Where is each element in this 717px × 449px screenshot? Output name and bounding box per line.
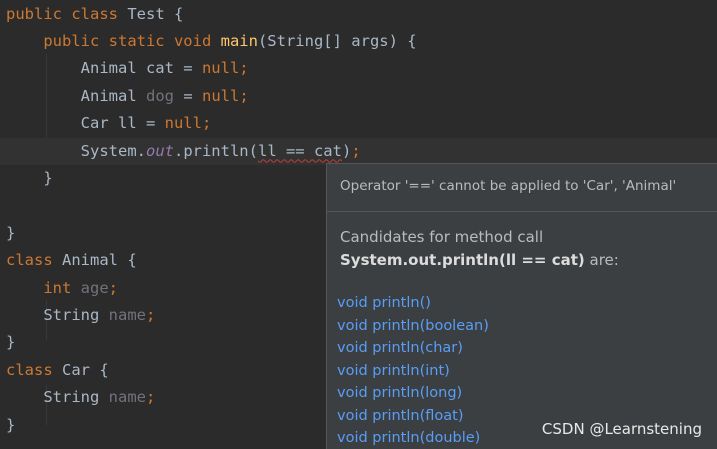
code-token: ) bbox=[341, 141, 352, 160]
code-token: null bbox=[164, 114, 202, 133]
code-text: System.out.println(ll == cat); bbox=[6, 138, 361, 165]
candidate-method-link[interactable]: void println(float) bbox=[337, 405, 489, 428]
code-text: Animal dog = null; bbox=[6, 83, 249, 110]
code-token: class bbox=[6, 360, 62, 379]
code-line[interactable]: public class Test { bbox=[0, 1, 717, 28]
code-text: } bbox=[6, 220, 15, 247]
code-line[interactable]: Car ll = null; bbox=[0, 110, 717, 137]
candidate-method-link[interactable]: void println(char) bbox=[337, 337, 489, 360]
code-token: Test { bbox=[127, 4, 184, 23]
code-token: Animal { bbox=[62, 251, 137, 270]
code-text: class Animal { bbox=[6, 247, 137, 274]
candidates-text: Candidates for method call System.out.pr… bbox=[340, 226, 710, 272]
code-line[interactable]: Animal cat = null; bbox=[0, 55, 717, 82]
candidate-method-link[interactable]: void println(long) bbox=[337, 382, 489, 405]
code-token: null bbox=[201, 59, 240, 78]
candidates-section: Candidates for method call System.out.pr… bbox=[340, 226, 710, 272]
code-token: ; bbox=[108, 278, 118, 297]
candidates-prefix: Candidates for method call bbox=[340, 228, 544, 246]
code-token: Animal bbox=[6, 86, 146, 105]
code-text: } bbox=[6, 329, 15, 356]
code-token: ; bbox=[145, 388, 156, 407]
code-token: Animal cat = bbox=[6, 59, 202, 78]
code-token: } bbox=[6, 333, 16, 352]
code-token: int bbox=[43, 278, 81, 297]
code-token: ; bbox=[145, 305, 156, 324]
code-token: (String[] args) { bbox=[257, 31, 417, 50]
code-token: class bbox=[6, 251, 62, 270]
code-text: public class Test { bbox=[6, 1, 183, 28]
code-token: null bbox=[201, 86, 240, 105]
code-token: ; bbox=[239, 86, 249, 105]
code-token: Car { bbox=[62, 360, 109, 379]
code-token: } bbox=[6, 168, 53, 187]
code-token: ; bbox=[201, 114, 212, 133]
error-message: Operator '==' cannot be applied to 'Car'… bbox=[340, 178, 677, 194]
code-text: int age; bbox=[6, 275, 118, 302]
csdn-watermark: CSDN @Learnstening bbox=[541, 420, 702, 438]
candidate-method-link[interactable]: void println(boolean) bbox=[337, 315, 489, 338]
candidate-method-list: void println() void println(boolean) voi… bbox=[337, 292, 489, 449]
candidate-method-link[interactable]: void println(int) bbox=[337, 360, 489, 383]
code-text: String name; bbox=[6, 384, 155, 411]
code-token: .println( bbox=[173, 141, 258, 160]
code-token: age bbox=[80, 278, 109, 297]
code-token: main bbox=[220, 31, 258, 50]
error-tooltip-header: Operator '==' cannot be applied to 'Car'… bbox=[327, 164, 717, 212]
code-text: public static void main(String[] args) { bbox=[6, 28, 417, 55]
candidate-method-link[interactable]: void println(double) bbox=[337, 427, 489, 449]
candidates-suffix: are: bbox=[584, 251, 619, 269]
code-token: public class bbox=[6, 4, 128, 23]
code-line[interactable]: public static void main(String[] args) { bbox=[0, 28, 717, 55]
code-token: String bbox=[6, 305, 109, 324]
code-token: out bbox=[145, 141, 174, 160]
code-token: } bbox=[6, 415, 16, 434]
code-token: ll == cat bbox=[257, 141, 342, 160]
code-text: } bbox=[6, 165, 53, 192]
code-token: System. bbox=[6, 141, 146, 160]
code-text: } bbox=[6, 412, 15, 439]
code-text: String name; bbox=[6, 302, 155, 329]
code-text: Animal cat = null; bbox=[6, 55, 249, 82]
code-token: dog bbox=[145, 86, 174, 105]
code-line[interactable]: Animal dog = null; bbox=[0, 83, 717, 110]
candidates-call: System.out.println(ll == cat) bbox=[340, 251, 585, 269]
code-text: Car ll = null; bbox=[6, 110, 212, 137]
code-token: public static void bbox=[43, 31, 221, 50]
error-tooltip-popup: Operator '==' cannot be applied to 'Car'… bbox=[326, 163, 717, 449]
code-token: name bbox=[108, 388, 146, 407]
code-token: String bbox=[6, 388, 109, 407]
code-token: = bbox=[173, 86, 202, 105]
code-token: name bbox=[108, 305, 146, 324]
code-text: class Car { bbox=[6, 357, 109, 384]
code-token: Car ll = bbox=[6, 114, 165, 133]
code-token: ; bbox=[239, 59, 249, 78]
candidate-method-link[interactable]: void println() bbox=[337, 292, 489, 315]
code-token: ; bbox=[351, 141, 361, 160]
code-line[interactable]: System.out.println(ll == cat); bbox=[0, 137, 717, 165]
code-token: } bbox=[6, 223, 16, 242]
